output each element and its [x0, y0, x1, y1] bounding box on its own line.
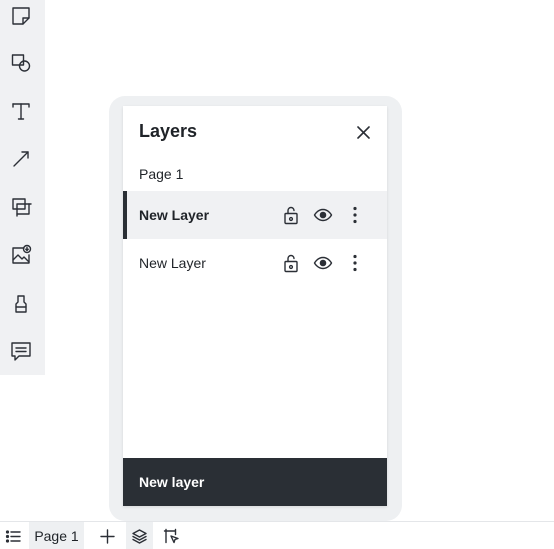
frame-tool[interactable]: [8, 194, 34, 220]
comment-icon: [11, 342, 31, 361]
eye-icon: [313, 256, 333, 270]
shapes-tool[interactable]: [8, 50, 34, 76]
layer-name: New Layer: [139, 207, 210, 223]
plus-icon: [99, 528, 115, 544]
unlock-icon: [284, 254, 298, 273]
close-icon: [356, 125, 370, 139]
marker-tool[interactable]: [8, 290, 34, 316]
list-icon: [5, 529, 21, 543]
layer-row-2[interactable]: New Layer: [123, 239, 387, 287]
layers-icon: [131, 528, 147, 544]
visibility-toggle[interactable]: [312, 204, 334, 226]
arrow-line-icon: [13, 151, 29, 167]
pages-list-button[interactable]: [3, 526, 23, 546]
image-tool[interactable]: [8, 242, 34, 268]
shapes-icon: [11, 54, 31, 72]
panel-title: Layers: [139, 121, 198, 141]
visibility-toggle[interactable]: [312, 252, 334, 274]
line-tool[interactable]: [8, 146, 34, 172]
more-vertical-icon: [353, 254, 357, 272]
marker-icon: [15, 295, 27, 313]
add-page-button[interactable]: [97, 526, 117, 546]
unlock-button[interactable]: [280, 204, 302, 226]
sticky-note-icon: [12, 7, 30, 25]
frame-cursor-icon: [163, 528, 179, 543]
more-vertical-icon: [353, 206, 357, 224]
layer-row-1[interactable]: New Layer: [123, 191, 387, 239]
page-tab[interactable]: Page 1: [29, 522, 84, 549]
layer-options-button[interactable]: [344, 252, 366, 274]
new-layer-button[interactable]: New layer: [123, 458, 387, 506]
text-tool[interactable]: [8, 98, 34, 124]
bottom-bar: Page 1: [0, 521, 554, 549]
sticky-note-tool[interactable]: [8, 3, 34, 29]
page-name: Page 1: [139, 166, 184, 182]
layer-name: New Layer: [139, 255, 206, 271]
unlock-icon: [284, 206, 298, 225]
layer-options-button[interactable]: [344, 204, 366, 226]
close-panel-button[interactable]: [352, 121, 374, 143]
comment-tool[interactable]: [8, 338, 34, 364]
unlock-button[interactable]: [280, 252, 302, 274]
text-icon: [12, 103, 30, 120]
layers-toggle-button[interactable]: [129, 526, 149, 546]
layers-panel: Layers Page 1 New Layer New Layer New la…: [123, 106, 387, 506]
frame-icon: [12, 198, 32, 217]
image-upload-icon: [12, 244, 32, 264]
eye-icon: [313, 208, 333, 222]
tool-rail: [0, 0, 45, 375]
present-mode-button[interactable]: [161, 526, 181, 546]
